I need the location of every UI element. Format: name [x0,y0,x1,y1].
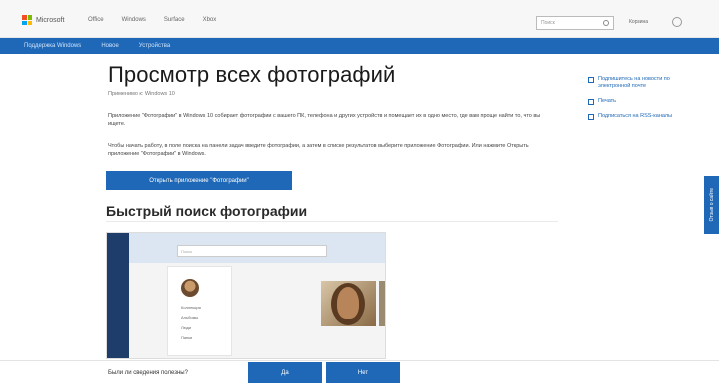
instructions-paragraph: Чтобы начать работу, в поле поиска на па… [108,143,529,157]
subnav-item-new[interactable]: Новое [101,43,118,49]
applies-to: Применимо к: Windows 10 [108,91,175,97]
nav-item-surface[interactable]: Surface [164,17,185,23]
open-photos-button[interactable]: Открыть приложение "Фотографии" [106,171,292,190]
subscribe-email-link[interactable]: Подпишитесь на новости по электронной по… [588,76,688,90]
screenshot-photo [321,281,376,326]
feedback-tab-label: Отзыв о сайте [708,188,715,222]
support-subnav: Поддержка Windows Новое Устройства [0,38,719,54]
screenshot-menu-item: Люди [181,325,192,330]
screenshot-photo-edge [379,281,385,326]
rss-link[interactable]: Подписаться на RSS-каналы [588,113,688,120]
nav-item-windows[interactable]: Windows [122,17,146,23]
intro-paragraph: Приложение "Фотографии" в Windows 10 соб… [108,113,541,127]
screenshot-nav-panel [167,266,232,356]
email-icon [588,77,594,83]
print-label: Печать [598,98,617,104]
print-link[interactable]: Печать [588,98,688,105]
section-title: Быстрый поиск фотографии [106,203,308,219]
screenshot-search-box: Поиск [177,245,327,257]
section-divider [106,221,558,222]
yes-button[interactable]: Да [248,362,322,383]
photos-app-screenshot: Поиск Коллекция Альбомы Люди Папки [106,232,386,359]
search-icon[interactable] [603,20,609,26]
screenshot-sidebar [107,233,129,358]
subnav-item-devices[interactable]: Устройства [139,43,170,49]
no-button[interactable]: Нет [326,362,400,383]
account-icon[interactable] [672,17,682,27]
print-icon [588,99,594,105]
microsoft-logo[interactable]: Microsoft [22,15,64,25]
cart-link[interactable]: Корзина [629,19,648,25]
subnav-item-support[interactable]: Поддержка Windows [24,43,81,49]
screenshot-menu-item: Папки [181,335,193,340]
rss-icon [588,114,594,120]
rss-label: Подписаться на RSS-каналы [598,113,673,119]
site-feedback-tab[interactable]: Отзыв о сайте [704,176,719,234]
logo-text: Microsoft [36,16,65,24]
side-links: Подпишитесь на новости по электронной по… [588,76,688,128]
screenshot-menu-item: Коллекция [181,305,201,310]
screenshot-avatar [181,279,199,297]
nav-item-xbox[interactable]: Xbox [203,17,217,23]
screenshot-menu-item: Альбомы [181,315,199,320]
top-nav: Office Windows Surface Xbox [88,17,216,23]
search-input[interactable]: Поиск [536,16,614,30]
subscribe-email-label: Подпишитесь на новости по электронной по… [598,76,670,89]
microsoft-logo-icon [22,15,32,25]
photo-face [337,287,359,319]
nav-item-office[interactable]: Office [88,17,104,23]
helpful-question: Были ли сведения полезны? [108,370,188,376]
search-placeholder: Поиск [541,20,555,26]
site-header: Microsoft Office Windows Surface Xbox По… [0,0,719,38]
page-title: Просмотр всех фотографий [108,62,396,87]
